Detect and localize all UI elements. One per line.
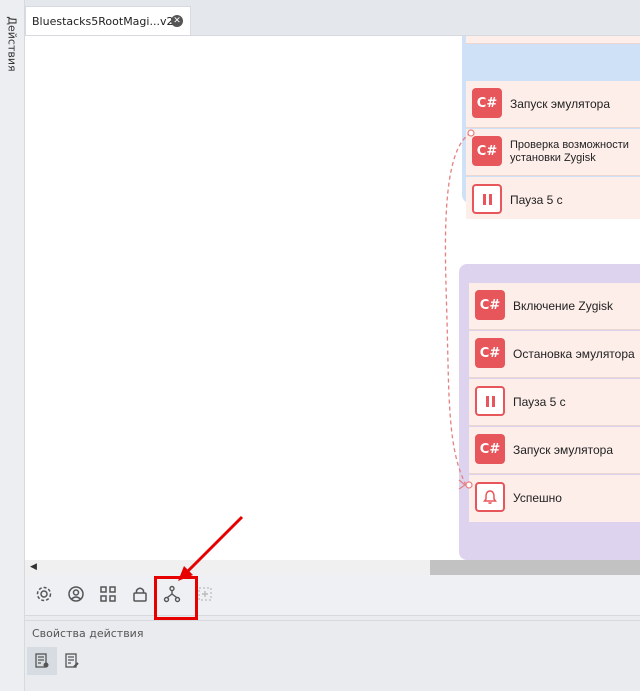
action-node[interactable]: Пауза 5 с ✓ (469, 379, 640, 426)
properties-tabs (25, 647, 640, 691)
action-node[interactable]: C# Запуск эмулятора (466, 81, 640, 128)
action-node-partial[interactable] (466, 36, 640, 44)
project-tab-title: Bluestacks5RootMagi...v2 (32, 15, 174, 28)
bell-icon (475, 482, 505, 512)
annotation-highlight (154, 576, 198, 620)
properties-edit-tab[interactable] (57, 647, 87, 675)
horizontal-scrollbar[interactable]: ◀ (25, 560, 640, 575)
action-node-label: Остановка эмулятора (513, 347, 635, 361)
action-node[interactable]: C# Остановка эмулятора ✓ (469, 331, 640, 378)
actions-side-panel[interactable]: Действия (0, 0, 25, 691)
document-settings-icon (35, 653, 49, 668)
properties-settings-tab[interactable] (27, 647, 57, 675)
csharp-icon: C# (475, 338, 505, 368)
action-node-label: Запуск эмулятора (510, 97, 610, 111)
profile-icon[interactable] (65, 583, 87, 605)
document-edit-icon (65, 653, 79, 668)
action-node[interactable]: C# Запуск эмулятора ✓ (469, 427, 640, 474)
action-node-label: Пауза 5 с (510, 193, 563, 207)
close-icon[interactable]: ✕ (171, 15, 183, 27)
action-node-label: Проверка возможности установки Zygisk (510, 139, 629, 164)
csharp-icon: C# (475, 290, 505, 320)
csharp-icon: C# (475, 434, 505, 464)
properties-panel-header: Свойства действия (25, 620, 640, 648)
settings-icon[interactable] (33, 583, 55, 605)
action-node[interactable]: C# Включение Zygisk ✓ (469, 283, 640, 330)
action-node-label: Включение Zygisk (513, 299, 614, 313)
action-node-label: Запуск эмулятора (513, 443, 613, 457)
action-group-purple[interactable]: C# Включение Zygisk ✓ C# Остановка эмуля… (459, 264, 640, 560)
csharp-icon: C# (472, 136, 502, 166)
canvas-toolbar (25, 575, 640, 616)
scroll-left-icon[interactable]: ◀ (30, 562, 37, 572)
workflow-canvas[interactable]: C# Запуск эмулятора C# Проверка возможно… (25, 36, 640, 560)
action-node-label: Пауза 5 с (513, 395, 566, 409)
pause-icon (472, 184, 502, 214)
action-node[interactable]: Успешно (469, 475, 640, 522)
action-node[interactable]: Пауза 5 с (466, 177, 640, 219)
project-tab[interactable]: Bluestacks5RootMagi...v2 ✕ (25, 6, 191, 35)
actions-panel-label[interactable]: Действия (6, 16, 19, 71)
properties-title: Свойства действия (32, 627, 144, 640)
action-node-label: Успешно (513, 491, 562, 505)
csharp-icon: C# (472, 88, 502, 118)
lock-icon[interactable] (129, 583, 151, 605)
action-group-blue[interactable]: C# Запуск эмулятора C# Проверка возможно… (462, 36, 640, 219)
action-node[interactable]: C# Проверка возможности установки Zygisk (466, 129, 640, 176)
tab-bar: Bluestacks5RootMagi...v2 ✕ (25, 0, 640, 36)
scrollbar-thumb[interactable] (430, 560, 640, 575)
grid-icon[interactable] (97, 583, 119, 605)
pause-icon (475, 386, 505, 416)
